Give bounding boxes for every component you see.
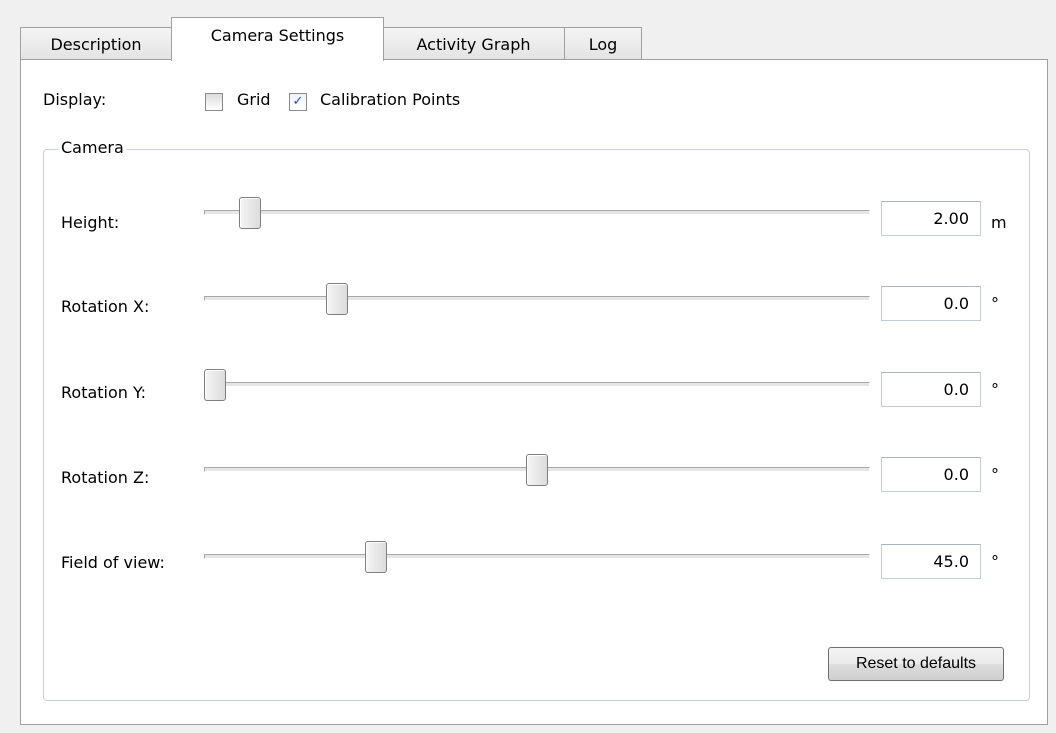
reset-to-defaults-button[interactable]: Reset to defaults xyxy=(828,647,1004,681)
camera-settings-page: Display: Grid ✓ Calibration Points Camer… xyxy=(20,59,1048,725)
grid-checkbox-label[interactable]: Grid xyxy=(237,90,271,109)
height-input[interactable]: 2.00 xyxy=(881,201,981,236)
height-slider-handle[interactable] xyxy=(239,197,262,229)
height-label: Height: xyxy=(61,213,120,232)
tab-log[interactable]: Log xyxy=(564,27,642,60)
checkmark-icon: ✓ xyxy=(292,94,304,109)
rotation-x-slider-handle[interactable] xyxy=(326,283,349,315)
tab-description[interactable]: Description xyxy=(20,27,172,60)
rotation-y-label: Rotation Y: xyxy=(61,383,147,402)
camera-group-title: Camera xyxy=(58,138,127,157)
height-slider-track[interactable] xyxy=(204,210,870,215)
tab-camera-settings[interactable]: Camera Settings xyxy=(171,17,384,61)
rotation-y-slider-track[interactable] xyxy=(204,382,870,387)
calibration-points-checkbox[interactable]: ✓ xyxy=(289,93,307,111)
rotation-y-unit: ° xyxy=(991,380,999,399)
rotation-z-label: Rotation Z: xyxy=(61,468,150,487)
rotation-y-slider-handle[interactable] xyxy=(204,369,226,401)
field-of-view-label: Field of view: xyxy=(61,553,165,572)
tab-activity-graph[interactable]: Activity Graph xyxy=(382,27,565,60)
rotation-x-input[interactable]: 0.0 xyxy=(881,286,981,321)
rotation-x-slider-track[interactable] xyxy=(204,296,870,301)
rotation-z-input[interactable]: 0.0 xyxy=(881,457,981,492)
field-of-view-slider-track[interactable] xyxy=(204,554,870,559)
grid-checkbox[interactable] xyxy=(205,93,223,111)
display-label: Display: xyxy=(43,90,107,109)
rotation-y-input[interactable]: 0.0 xyxy=(881,372,981,407)
field-of-view-slider-handle[interactable] xyxy=(365,541,387,573)
rotation-x-label: Rotation X: xyxy=(61,297,150,316)
rotation-z-unit: ° xyxy=(991,465,999,484)
field-of-view-input[interactable]: 45.0 xyxy=(881,544,981,579)
field-of-view-unit: ° xyxy=(991,552,999,571)
height-unit: m xyxy=(991,213,1007,232)
rotation-x-unit: ° xyxy=(991,294,999,313)
calibration-points-checkbox-label[interactable]: Calibration Points xyxy=(320,90,460,109)
camera-settings-window: Description Camera Settings Activity Gra… xyxy=(0,0,1056,733)
rotation-z-slider-handle[interactable] xyxy=(526,454,548,486)
